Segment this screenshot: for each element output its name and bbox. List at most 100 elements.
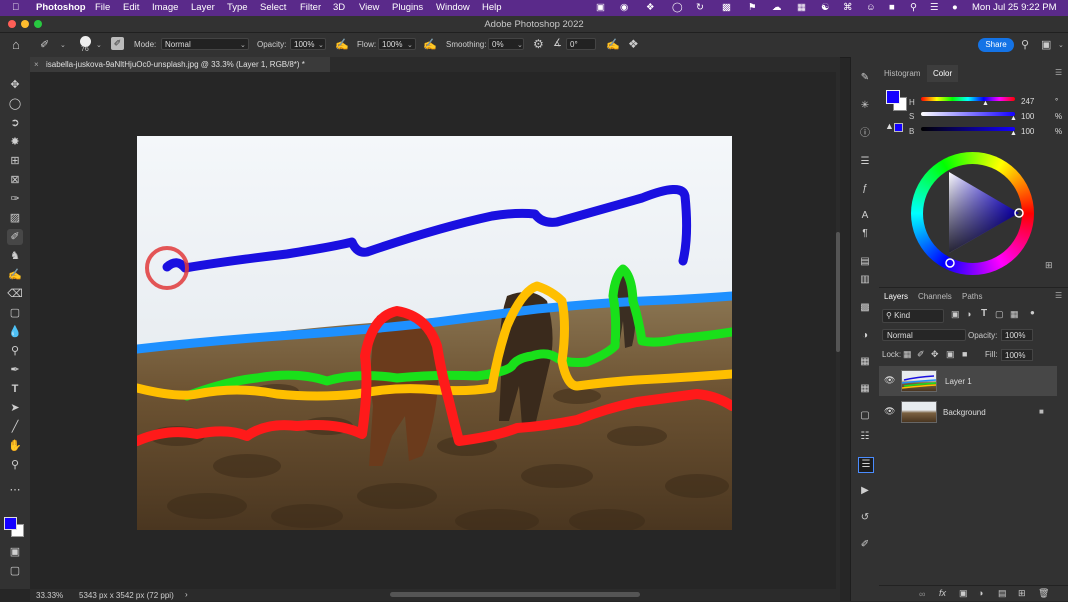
lock-all-icon[interactable]: ■ <box>962 349 967 359</box>
spotlight-icon[interactable]: ⚲ <box>910 2 917 13</box>
clone-stamp-tool-icon[interactable]: ♞ <box>7 248 23 264</box>
creative-cloud-icon[interactable]: ◉ <box>620 2 628 13</box>
layer-visibility-eye-icon[interactable]: 👁 <box>884 406 895 417</box>
horizontal-scrollbar[interactable] <box>390 592 640 597</box>
menu-layer[interactable]: Layer <box>191 2 215 13</box>
angle-input[interactable]: 0° <box>566 38 596 50</box>
tab-paths[interactable]: Paths <box>962 292 982 301</box>
bookmark-icon[interactable]: ⚑ <box>748 2 757 13</box>
wifi-icon[interactable]: ⌘ <box>843 2 853 13</box>
apple-menu-icon[interactable]:  <box>12 2 19 13</box>
hue-slider[interactable] <box>921 97 1015 101</box>
type-tool-icon[interactable]: T <box>7 381 23 397</box>
move-tool-icon[interactable]: ✥ <box>7 77 23 93</box>
healing-brush-tool-icon[interactable]: ▨ <box>7 210 23 226</box>
dodge-tool-icon[interactable]: ⚲ <box>7 343 23 359</box>
path-selection-tool-icon[interactable]: ➤ <box>7 400 23 416</box>
layer-visibility-eye-icon[interactable]: 👁 <box>884 375 895 386</box>
menu-image[interactable]: Image <box>152 2 178 13</box>
brush-tool-icon[interactable]: ✐ <box>7 229 23 245</box>
gear-icon[interactable]: ⚙ <box>533 37 544 51</box>
menu-file[interactable]: File <box>95 2 110 13</box>
lock-icon[interactable]: ■ <box>889 2 895 13</box>
color-adjust-icon[interactable]: ◑ <box>858 329 872 343</box>
saturation-slider[interactable] <box>921 112 1015 116</box>
layout-icon[interactable]: ▦ <box>797 2 806 13</box>
brush-settings-icon[interactable]: ✐ <box>858 538 872 552</box>
search-icon[interactable]: ⚲ <box>1021 38 1029 51</box>
hue-slider-thumb[interactable]: ▲ <box>982 100 989 107</box>
filter-adjustment-icon[interactable]: ◑ <box>966 309 971 319</box>
close-tab-icon[interactable]: × <box>34 57 39 72</box>
layer-filter-kind[interactable]: ⚲ Kind <box>882 309 944 323</box>
menu-help[interactable]: Help <box>482 2 502 13</box>
menu-extra-icon[interactable]: ◯ <box>672 2 683 13</box>
document-image[interactable] <box>132 136 737 533</box>
grid-icon[interactable]: ▦ <box>858 382 872 396</box>
marquee-tool-icon[interactable]: ◯ <box>7 96 23 112</box>
swatches-icon[interactable]: ▦ <box>858 355 872 369</box>
document-tab[interactable]: × isabella-juskova-9aNltHjuOc0-unsplash.… <box>30 57 330 72</box>
quick-selection-tool-icon[interactable]: ✸ <box>7 134 23 150</box>
history-brush-tool-icon[interactable]: ✍ <box>7 267 23 283</box>
share-button[interactable]: Share <box>978 38 1014 52</box>
brightness-value[interactable]: 100 <box>1021 127 1034 136</box>
filter-toggle-icon[interactable]: ● <box>1030 308 1035 317</box>
filter-shape-icon[interactable]: ▢ <box>995 309 1004 320</box>
zoom-tool-icon[interactable]: ⚲ <box>7 457 23 473</box>
chevron-right-icon[interactable]: › <box>185 590 188 599</box>
menu-window[interactable]: Window <box>436 2 470 13</box>
brush-settings-panel-icon[interactable]: ✐ <box>111 37 124 50</box>
hue-value[interactable]: 247 <box>1021 97 1034 106</box>
chevron-down-icon[interactable]: ⌄ <box>407 41 413 49</box>
lock-artboard-icon[interactable]: ▣ <box>946 349 955 360</box>
trash-icon[interactable]: 🗑 <box>1038 588 1049 599</box>
display-icon[interactable]: ▩ <box>722 2 731 13</box>
blend-mode-select[interactable]: Normal <box>882 329 966 341</box>
zoom-level[interactable]: 33.33% <box>36 591 63 600</box>
screen-record-icon[interactable]: ▣ <box>596 2 605 13</box>
brightness-slider-thumb[interactable]: ▲ <box>1010 130 1017 137</box>
panel-menu-icon[interactable]: ☰ <box>1055 68 1062 77</box>
layer-name[interactable]: Background <box>943 408 986 417</box>
fx-icon[interactable]: ƒ <box>858 182 872 196</box>
menu-filter[interactable]: Filter <box>300 2 321 13</box>
color-triangle[interactable] <box>911 152 1034 275</box>
brush-tool-preset-icon[interactable]: ✐ <box>40 38 49 51</box>
tab-histogram[interactable]: Histogram <box>884 69 920 78</box>
new-group-icon[interactable]: ▤ <box>998 588 1007 599</box>
link-layers-icon[interactable]: ∞ <box>919 589 925 599</box>
sync-icon[interactable]: ↻ <box>696 2 704 13</box>
glyphs-icon[interactable]: ▥ <box>858 273 872 287</box>
chevron-down-icon[interactable]: ⌄ <box>517 41 523 49</box>
vertical-scrollbar[interactable] <box>836 72 840 589</box>
gradients-icon[interactable]: ▢ <box>858 409 872 423</box>
lock-transparent-icon[interactable]: ▦ <box>903 349 912 360</box>
hand-tool-icon[interactable]: ✋ <box>7 438 23 454</box>
menu-view[interactable]: View <box>359 2 379 13</box>
symmetry-icon[interactable]: ❖ <box>628 37 639 51</box>
adjustment-layer-icon[interactable]: ◑ <box>978 588 983 598</box>
workspace-icon[interactable]: ▣ <box>1041 38 1051 51</box>
actions-play-icon[interactable]: ▶ <box>858 484 872 498</box>
layer-opacity-input[interactable]: 100% <box>1001 329 1033 341</box>
menu-select[interactable]: Select <box>260 2 286 13</box>
pen-tool-icon[interactable]: ✒ <box>7 362 23 378</box>
lock-position-icon[interactable]: ✥ <box>931 349 939 360</box>
color-panel-foreground-swatch[interactable] <box>886 90 900 104</box>
fx-icon[interactable]: fx <box>939 588 946 598</box>
properties-icon[interactable]: ☷ <box>858 430 872 444</box>
bluetooth-icon[interactable]: ☯ <box>821 2 830 13</box>
learn-icon[interactable]: ✳ <box>858 99 872 113</box>
chevron-down-icon[interactable]: ⌄ <box>60 41 66 49</box>
history-icon[interactable]: ↺ <box>858 511 872 525</box>
chevron-down-icon[interactable]: ⌄ <box>96 41 102 49</box>
filter-type-icon[interactable]: T <box>981 308 987 319</box>
airbrush-icon[interactable]: ✍ <box>423 38 437 51</box>
paragraph-icon[interactable]: ¶ <box>858 227 872 241</box>
mode-select[interactable]: Normal <box>161 38 249 50</box>
lock-pixels-icon[interactable]: ✐ <box>917 349 925 360</box>
menu-clock[interactable]: Mon Jul 25 9:22 PM <box>972 2 1057 13</box>
line-tool-icon[interactable]: ╱ <box>7 419 23 435</box>
new-layer-icon[interactable]: ⊞ <box>1018 588 1026 599</box>
